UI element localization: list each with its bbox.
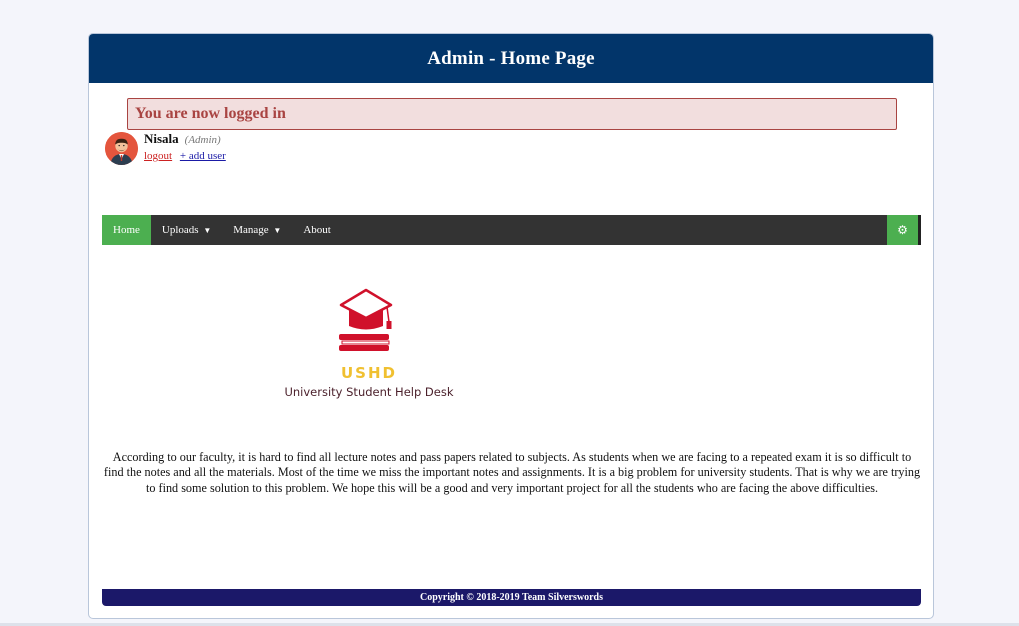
ushd-logo: USHD University Student Help Desk [269, 286, 469, 406]
nav-about-label: About [303, 224, 331, 236]
caret-down-icon: ▼ [273, 226, 282, 235]
alert-message: You are now logged in [135, 105, 286, 122]
logout-link[interactable]: logout [144, 150, 172, 162]
nav-about[interactable]: About [292, 215, 342, 245]
top-navbar: Home Uploads ▼ Manage ▼ About ⚙ [102, 215, 921, 245]
user-name: Nisala [144, 131, 179, 146]
gear-icon: ⚙ [897, 222, 908, 237]
nav-uploads-dropdown[interactable]: Uploads ▼ [151, 215, 222, 245]
login-alert: You are now logged in [127, 98, 897, 130]
page-header: Admin - Home Page [89, 34, 933, 83]
user-info: Nisala (Admin) logout + add user [144, 132, 226, 168]
footer: Copyright © 2018-2019 Team Silverswords [102, 589, 921, 606]
nav-uploads-label: Uploads [161, 224, 199, 236]
add-user-link[interactable]: + add user [180, 150, 226, 162]
caret-down-icon: ▼ [203, 226, 212, 235]
copyright-text: Copyright © 2018-2019 Team Silverswords [419, 592, 604, 603]
user-avatar-icon [105, 132, 138, 165]
settings-button[interactable]: ⚙ [887, 215, 918, 245]
avatar [105, 132, 138, 165]
nav-manage-dropdown[interactable]: Manage ▼ [222, 215, 292, 245]
user-profile: Nisala (Admin) logout + add user [105, 132, 226, 168]
nav-home[interactable]: Home [102, 215, 151, 245]
logo-name: University Student Help Desk [284, 385, 454, 399]
user-role: (Admin) [184, 134, 221, 146]
main-card: Admin - Home Page You are now logged in … [88, 33, 934, 619]
user-links: logout + add user [144, 149, 226, 163]
logo-acronym: USHD [341, 364, 397, 382]
nav-home-label: Home [113, 224, 140, 236]
page-title: Admin - Home Page [427, 47, 595, 69]
nav-manage-label: Manage [233, 224, 269, 236]
about-paragraph: According to our faculty, it is hard to … [103, 450, 921, 495]
